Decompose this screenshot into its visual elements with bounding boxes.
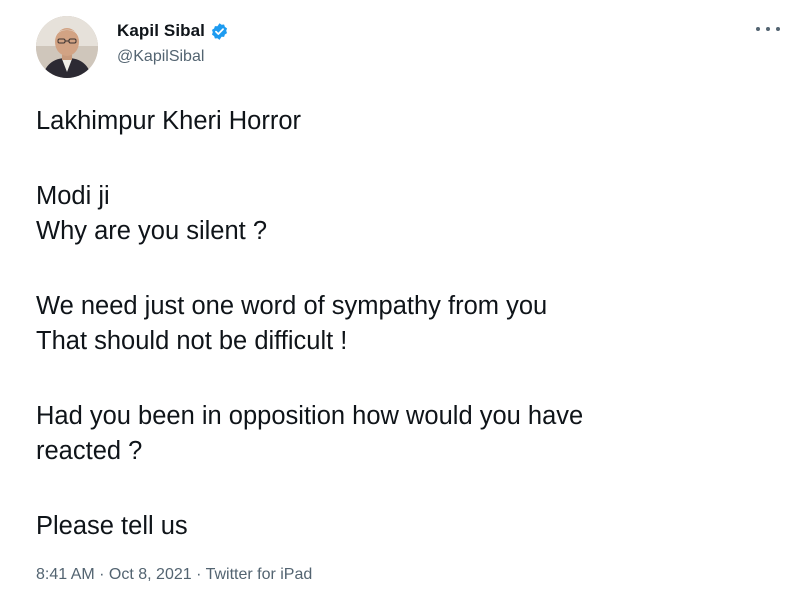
tweet-line: That should not be difficult ! (36, 327, 348, 355)
more-dot (756, 27, 760, 31)
avatar-image (36, 16, 98, 78)
verified-badge-icon (210, 22, 229, 41)
tweet-timestamp[interactable]: 8:41 AM · Oct 8, 2021 · Twitter for iPad (36, 566, 312, 584)
tweet-line: Modi ji (36, 182, 110, 210)
tweet-line: Had you been in opposition how would you… (36, 402, 584, 430)
author-display-name[interactable]: Kapil Sibal (117, 21, 205, 41)
author-name-row: Kapil Sibal (117, 20, 229, 42)
tweet-line: Please tell us (36, 512, 188, 540)
tweet-line: We need just one word of sympathy from y… (36, 292, 548, 320)
tweet-line: Lakhimpur Kheri Horror (36, 107, 302, 135)
author-avatar[interactable] (36, 16, 98, 78)
tweet-paragraph: Lakhimpur Kheri Horror (36, 104, 776, 139)
more-dot (766, 27, 770, 31)
tweet-paragraph: Please tell us (36, 509, 776, 544)
tweet-paragraph: We need just one word of sympathy from y… (36, 289, 776, 359)
tweet-paragraph: Had you been in opposition how would you… (36, 399, 776, 469)
tweet-text: Lakhimpur Kheri Horror Modi ji Why are y… (36, 104, 776, 584)
more-dot (776, 27, 780, 31)
tweet-card: Kapil Sibal @KapilSibal Lakhimpur Kheri … (0, 0, 800, 605)
more-options-icon[interactable] (756, 22, 780, 36)
tweet-line: reacted ? (36, 437, 143, 465)
tweet-line: Why are you silent ? (36, 217, 268, 245)
author-handle[interactable]: @KapilSibal (117, 48, 229, 66)
tweet-paragraph: Modi ji Why are you silent ? (36, 179, 776, 249)
author-block: Kapil Sibal @KapilSibal (117, 20, 229, 66)
